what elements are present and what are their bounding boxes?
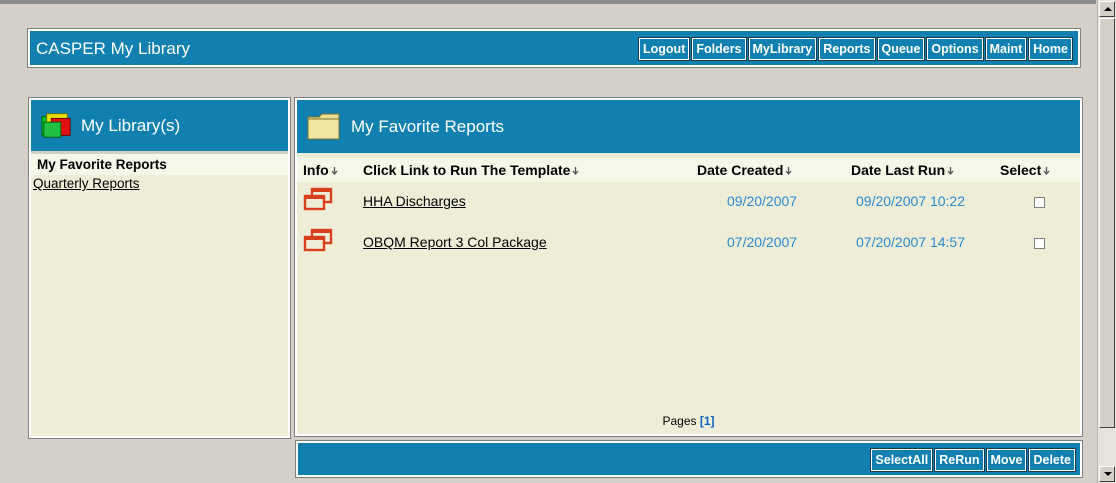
arrow-down-icon xyxy=(1104,472,1112,476)
table-row: OBQM Report 3 Col Package 07/20/2007 07/… xyxy=(297,227,1080,255)
template-link-cell: OBQM Report 3 Col Package xyxy=(363,234,547,250)
delete-button[interactable]: Delete xyxy=(1028,448,1076,472)
arrow-up-icon xyxy=(1104,7,1112,11)
col-template-label: Click Link to Run The Template xyxy=(363,162,571,178)
sort-arrow-icon[interactable] xyxy=(946,166,955,175)
options-button[interactable]: Options xyxy=(926,37,984,61)
col-created-label: Date Created xyxy=(697,162,784,178)
page-link[interactable]: [1] xyxy=(700,414,715,428)
scroll-up-button[interactable] xyxy=(1099,1,1115,17)
sort-arrow-icon[interactable] xyxy=(571,166,580,175)
favorites-panel-header: My Favorite Reports xyxy=(297,100,1080,153)
sort-arrow-icon[interactable] xyxy=(330,166,339,175)
mylibrary-button[interactable]: MyLibrary xyxy=(747,37,818,61)
vertical-scrollbar[interactable] xyxy=(1097,0,1116,483)
scroll-thumb[interactable] xyxy=(1099,18,1115,428)
favorites-panel: My Favorite Reports Info Click Link to R… xyxy=(294,97,1083,437)
library-panel-header: My Library(s) xyxy=(31,100,288,151)
date-created: 07/20/2007 xyxy=(727,234,798,250)
sort-arrow-icon[interactable] xyxy=(1042,166,1051,175)
col-select-label: Select xyxy=(1000,162,1042,178)
reports-button[interactable]: Reports xyxy=(818,37,876,61)
move-button[interactable]: Move xyxy=(985,448,1028,472)
library-folders-icon xyxy=(41,113,71,138)
nav-bar: Logout Folders MyLibrary Reports Queue O… xyxy=(636,37,1073,61)
action-buttons: SelectAll ReRun Move Delete xyxy=(868,448,1076,472)
window-top-border xyxy=(0,0,1096,4)
col-date-last-run[interactable]: Date Last Run xyxy=(851,162,955,178)
home-button[interactable]: Home xyxy=(1028,37,1073,61)
select-checkbox[interactable] xyxy=(1034,238,1045,249)
date-created: 09/20/2007 xyxy=(727,193,798,209)
sort-arrow-icon[interactable] xyxy=(784,166,793,175)
action-bar: SelectAll ReRun Move Delete xyxy=(295,440,1083,478)
quarterly-reports-link[interactable]: Quarterly Reports xyxy=(33,176,140,191)
date-last-run: 09/20/2007 10:22 xyxy=(856,193,965,209)
app-header: CASPER My Library Logout Folders MyLibra… xyxy=(27,28,1081,68)
col-last-run-label: Date Last Run xyxy=(851,162,946,178)
select-checkbox[interactable] xyxy=(1034,197,1045,208)
app-title: CASPER My Library xyxy=(36,39,190,58)
template-link[interactable]: HHA Discharges xyxy=(363,193,466,209)
col-select[interactable]: Select xyxy=(1000,162,1051,178)
library-item-my-favorite-reports[interactable]: My Favorite Reports xyxy=(31,154,288,175)
rerun-button[interactable]: ReRun xyxy=(934,448,985,472)
col-info[interactable]: Info xyxy=(303,162,339,178)
logout-button[interactable]: Logout xyxy=(638,37,691,61)
table-row: HHA Discharges 09/20/2007 09/20/2007 10:… xyxy=(297,186,1080,214)
maint-button[interactable]: Maint xyxy=(984,37,1028,61)
table-header: Info Click Link to Run The Template Date… xyxy=(297,158,1080,182)
scroll-down-button[interactable] xyxy=(1099,466,1115,482)
favorites-panel-title: My Favorite Reports xyxy=(351,117,505,136)
pages-label: Pages xyxy=(662,414,697,428)
template-link-cell: HHA Discharges xyxy=(363,193,466,209)
select-all-button[interactable]: SelectAll xyxy=(870,448,934,472)
library-panel: My Library(s) My Favorite Reports Quarte… xyxy=(28,97,291,439)
template-link[interactable]: OBQM Report 3 Col Package xyxy=(363,234,547,250)
multi-window-icon[interactable] xyxy=(303,228,333,252)
date-last-run: 07/20/2007 14:57 xyxy=(856,234,965,250)
folders-button[interactable]: Folders xyxy=(691,37,747,61)
col-info-label: Info xyxy=(303,162,329,178)
col-date-created[interactable]: Date Created xyxy=(697,162,793,178)
queue-button[interactable]: Queue xyxy=(876,37,926,61)
folder-icon xyxy=(307,113,340,140)
library-item-quarterly-reports[interactable]: Quarterly Reports xyxy=(31,175,288,192)
multi-window-icon[interactable] xyxy=(303,187,333,211)
pagination: Pages [1] xyxy=(297,414,1080,428)
col-template[interactable]: Click Link to Run The Template xyxy=(363,162,580,178)
library-panel-title: My Library(s) xyxy=(81,116,181,135)
